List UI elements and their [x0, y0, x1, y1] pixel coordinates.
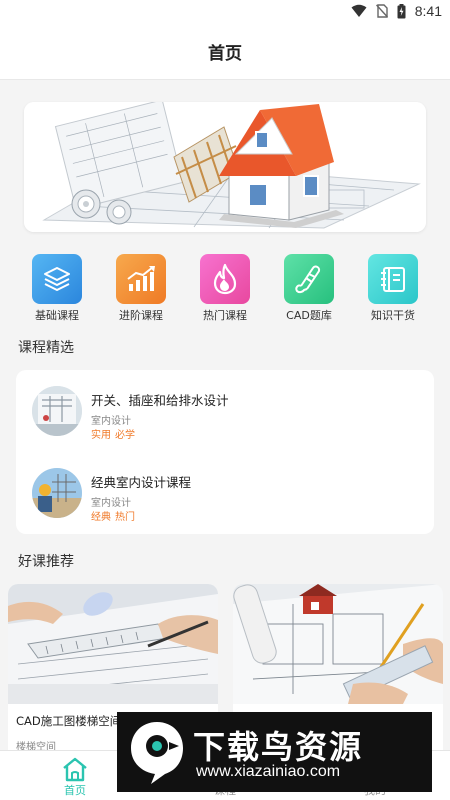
top-app-bar: 首页 [0, 24, 450, 80]
house-blueprint-illustration [24, 102, 426, 232]
tag: 经典 [91, 512, 111, 523]
page-title: 首页 [208, 44, 242, 64]
category-grid: 基础课程 进阶课程 热门课程 CAD题库 知识干货 [0, 254, 450, 324]
wifi-icon [351, 4, 367, 17]
course-title: 开关、插座和给排水设计 [91, 393, 229, 408]
app-screen: 8:41 首页 基础课程 进阶课程 热门课程 CAD题库 知识干货 课程精选 开… [0, 0, 450, 800]
nav-tab-home[interactable]: 首页 [35, 751, 115, 800]
notebook-icon [368, 254, 418, 304]
battery-charging-icon [397, 3, 406, 18]
course-category: 室内设计 [91, 498, 131, 509]
course-tags: 实用 必学 [91, 426, 139, 441]
tag: 实用 [91, 430, 111, 441]
layers-icon [32, 254, 82, 304]
tag: 热门 [115, 512, 135, 523]
clock: 8:41 [414, 3, 442, 19]
nav-label: 首页 [64, 784, 86, 797]
recommend-card-title: CAD施工图楼梯空间 [16, 714, 122, 728]
recommend-card-image [8, 584, 218, 704]
no-sim-icon [375, 4, 388, 18]
category-basic-courses[interactable]: 基础课程 [22, 254, 92, 323]
category-label: 热门课程 [203, 309, 247, 322]
featured-course-list: 开关、插座和给排水设计 室内设计 实用 必学 经典室内设计课程 室内设计 经典 热门 [16, 370, 434, 534]
category-label: 进阶课程 [119, 309, 163, 322]
list-item[interactable]: 经典室内设计课程 室内设计 经典 热门 [16, 456, 434, 536]
category-label: CAD题库 [286, 309, 332, 322]
category-cad-question-bank[interactable]: CAD题库 [274, 254, 344, 323]
watermark-overlay: 下载鸟资源 www.xiazainiao.com [117, 712, 432, 792]
watermark-brand: 下载鸟资源 [193, 728, 364, 766]
scroll-icon [284, 254, 334, 304]
category-advanced-courses[interactable]: 进阶课程 [106, 254, 176, 323]
status-bar: 8:41 [0, 0, 450, 24]
home-icon [63, 757, 87, 782]
course-category: 室内设计 [91, 416, 131, 427]
course-thumbnail [32, 386, 82, 436]
section-title-recommend: 好课推荐 [18, 554, 74, 570]
bar-chart-icon [116, 254, 166, 304]
course-thumbnail [32, 468, 82, 518]
course-tags: 经典 热门 [91, 508, 139, 523]
banner-image[interactable] [24, 102, 426, 232]
section-title-featured: 课程精选 [18, 340, 74, 356]
flame-icon [200, 254, 250, 304]
category-label: 知识干货 [371, 309, 415, 322]
watermark-url: www.xiazainiao.com [196, 763, 341, 780]
course-title: 经典室内设计课程 [91, 475, 192, 490]
bird-logo-icon [131, 722, 183, 784]
category-knowledge[interactable]: 知识干货 [358, 254, 428, 323]
category-hot-courses[interactable]: 热门课程 [190, 254, 260, 323]
tag: 必学 [115, 430, 135, 441]
category-label: 基础课程 [35, 309, 79, 322]
recommend-card-image [233, 584, 443, 704]
list-item[interactable]: 开关、插座和给排水设计 室内设计 实用 必学 [16, 374, 434, 454]
